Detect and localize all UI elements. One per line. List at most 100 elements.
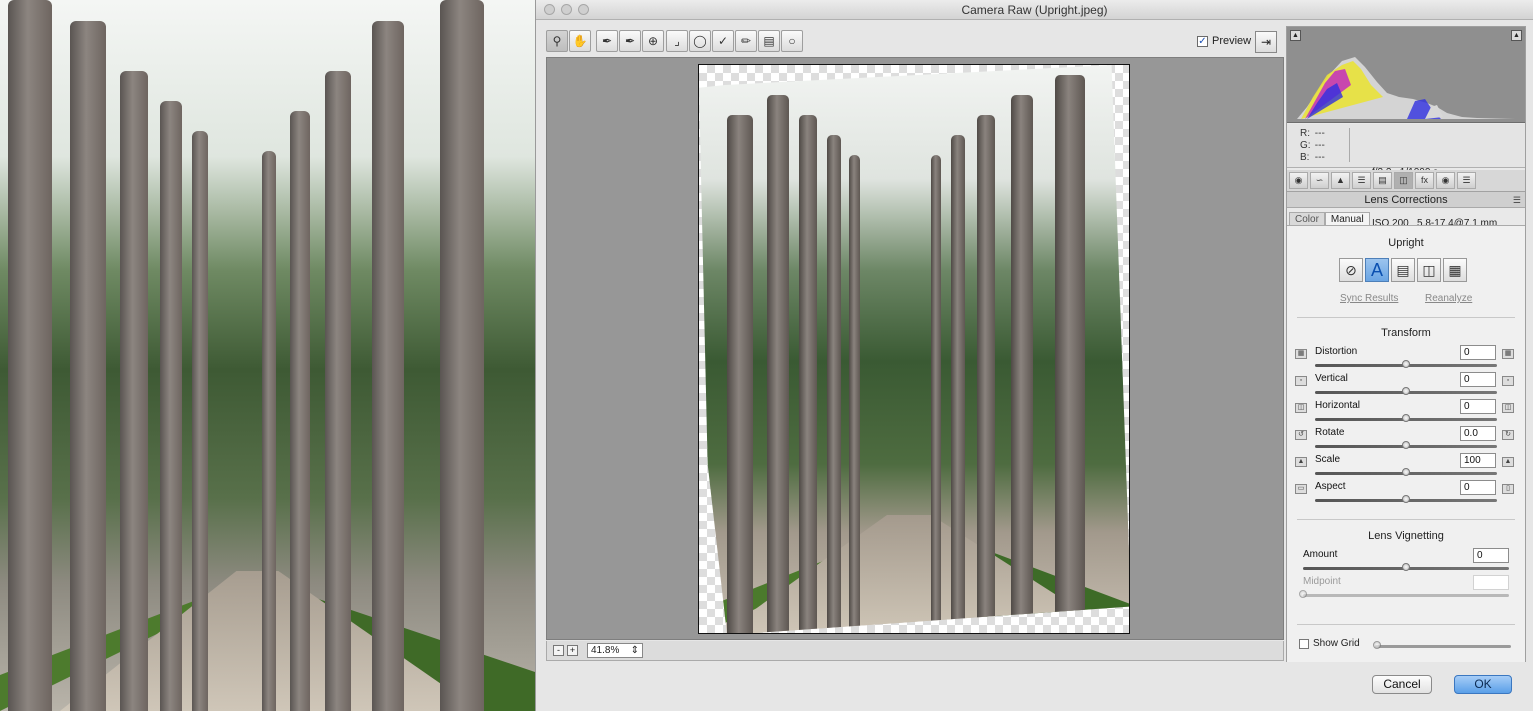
sync-results-link[interactable]: Sync Results (1340, 293, 1398, 304)
rotate-label: Rotate (1315, 427, 1345, 438)
white-balance-icon[interactable]: ✒ (596, 30, 618, 52)
transform-heading: Transform (1381, 327, 1431, 339)
zoom-out-button[interactable]: - (553, 645, 564, 656)
histogram-graph (1297, 57, 1515, 119)
palm-trunk (827, 135, 841, 633)
color-sampler-icon[interactable]: ✒ (619, 30, 641, 52)
background-photo (0, 0, 535, 711)
upright-vertical-icon[interactable]: ◫ (1417, 258, 1441, 282)
slider-thumb[interactable] (1402, 441, 1410, 449)
upright-buttons: ⊘ A ▤ ◫ ▦ (1339, 258, 1467, 282)
divider (1297, 624, 1515, 625)
crop-icon[interactable]: ⌟ (666, 30, 688, 52)
palm-trunk (951, 135, 965, 633)
hsl-tab-icon[interactable]: ☰ (1352, 172, 1371, 189)
split-toning-tab-icon[interactable]: ▤ (1373, 172, 1392, 189)
tab-manual[interactable]: Manual (1324, 212, 1370, 226)
targeted-adjust-icon[interactable]: ⊕ (642, 30, 664, 52)
lens-corrections-tab-icon[interactable]: ◫ (1394, 172, 1413, 189)
ok-button[interactable]: OK (1454, 675, 1512, 694)
image-canvas[interactable] (546, 57, 1284, 640)
manual-tab-content: Upright ⊘ A ▤ ◫ ▦ Sync Results Reanalyze… (1287, 225, 1525, 662)
spot-removal-icon[interactable]: ✓ (712, 30, 734, 52)
show-grid-toggle[interactable]: Show Grid (1299, 638, 1360, 649)
r-label: R: (1300, 128, 1310, 139)
effects-tab-icon[interactable]: fx (1415, 172, 1434, 189)
aspect-label: Aspect (1315, 481, 1346, 492)
vertical-input[interactable]: 0 (1460, 372, 1496, 387)
scale-down-icon: ▲ (1295, 457, 1307, 467)
palm-trunk (372, 21, 404, 711)
distortion-slider: ▦ Distortion 0 ▦ (1287, 344, 1525, 371)
radial-filter-icon[interactable]: ○ (781, 30, 803, 52)
distortion-icon: ▦ (1295, 349, 1307, 359)
slider-thumb[interactable] (1402, 563, 1410, 571)
fullscreen-icon[interactable]: ⇥ (1255, 31, 1277, 53)
distortion-input[interactable]: 0 (1460, 345, 1496, 360)
rotate-cw-icon: ↻ (1502, 430, 1514, 440)
distortion-icon: ▦ (1502, 349, 1514, 359)
toolbar: ⚲ ✋ ✒ ✒ ⊕ ⌟ ◯ ✓ ✏ ▤ ○ (546, 30, 1279, 54)
midpoint-label: Midpoint (1303, 576, 1341, 587)
vertical-slider: ▫ Vertical 0 ▫ (1287, 371, 1525, 398)
preview-checkbox[interactable]: ✓ (1197, 35, 1208, 47)
aspect-input[interactable]: 0 (1460, 480, 1496, 495)
slider-thumb[interactable] (1402, 414, 1410, 422)
straighten-icon[interactable]: ◯ (689, 30, 711, 52)
basic-tab-icon[interactable]: ◉ (1289, 172, 1308, 189)
slider-thumb[interactable] (1402, 360, 1410, 368)
panel-tabs: ◉ ∽ ▲ ☰ ▤ ◫ fx ◉ ☰ (1287, 170, 1525, 192)
upright-full-icon[interactable]: ▦ (1443, 258, 1467, 282)
info-bar: R: --- G: --- B: --- f/3.2 1/1000 s ISO … (1287, 124, 1525, 229)
panel-title-text: Lens Corrections (1364, 194, 1448, 206)
zoom-in-button[interactable]: + (567, 645, 578, 656)
reanalyze-link[interactable]: Reanalyze (1425, 293, 1472, 304)
photo-preview (698, 64, 1130, 634)
rotate-input[interactable]: 0.0 (1460, 426, 1496, 441)
grid-size-slider[interactable] (1375, 645, 1511, 648)
slider-thumb[interactable] (1373, 641, 1381, 649)
slider-thumb[interactable] (1402, 468, 1410, 476)
detail-tab-icon[interactable]: ▲ (1331, 172, 1350, 189)
camera-calibration-tab-icon[interactable]: ◉ (1436, 172, 1455, 189)
adjustment-brush-icon[interactable]: ✏ (735, 30, 757, 52)
scale-label: Scale (1315, 454, 1341, 465)
horizontal-input[interactable]: 0 (1460, 399, 1496, 414)
canvas-status-bar: - + 41.8% ⇕ (546, 641, 1284, 661)
graduated-filter-icon[interactable]: ▤ (758, 30, 780, 52)
zoom-window-button[interactable] (578, 4, 589, 15)
palm-trunk (262, 151, 276, 711)
minimize-window-button[interactable] (561, 4, 572, 15)
title-bar: Camera Raw (Upright.jpeg) (536, 0, 1533, 20)
palm-trunk (977, 115, 995, 633)
panel-menu-icon[interactable]: ☰ (1513, 192, 1521, 208)
preview-label: Preview (1212, 35, 1252, 47)
upright-auto-icon[interactable]: A (1365, 258, 1389, 282)
presets-tab-icon[interactable]: ☰ (1457, 172, 1476, 189)
rotate-slider: ↺ Rotate 0.0 ↻ (1287, 425, 1525, 452)
tone-curve-tab-icon[interactable]: ∽ (1310, 172, 1329, 189)
show-grid-checkbox[interactable] (1299, 638, 1309, 649)
slider-thumb[interactable] (1402, 495, 1410, 503)
zoom-level-select[interactable]: 41.8% ⇕ (587, 643, 643, 658)
tab-color[interactable]: Color (1289, 212, 1325, 226)
scale-slider: ▲ Scale 100 ▲ (1287, 452, 1525, 479)
zoom-icon[interactable]: ⚲ (546, 30, 568, 52)
upright-level-icon[interactable]: ▤ (1391, 258, 1415, 282)
preview-toggle[interactable]: ✓ Preview (1197, 35, 1251, 47)
scale-input[interactable]: 100 (1460, 453, 1496, 468)
cancel-button[interactable]: Cancel (1372, 675, 1432, 694)
palm-trunk (931, 155, 941, 633)
close-window-button[interactable] (544, 4, 555, 15)
lens-subtabs: Color Manual (1289, 212, 1370, 226)
show-grid-label: Show Grid (1313, 638, 1360, 649)
palm-trunk (1011, 95, 1033, 633)
amount-input[interactable]: 0 (1473, 548, 1509, 563)
window-controls (544, 4, 589, 15)
adjustment-panel: ▲ ▲ R: --- G: --- B: --- f/3.2 1/1000 s … (1286, 26, 1526, 662)
rgb-readout: R: --- G: --- B: --- (1300, 128, 1327, 164)
upright-off-icon[interactable]: ⊘ (1339, 258, 1363, 282)
hand-icon[interactable]: ✋ (569, 30, 591, 52)
vertical-perspective-icon: ▫ (1502, 376, 1514, 386)
slider-thumb[interactable] (1402, 387, 1410, 395)
